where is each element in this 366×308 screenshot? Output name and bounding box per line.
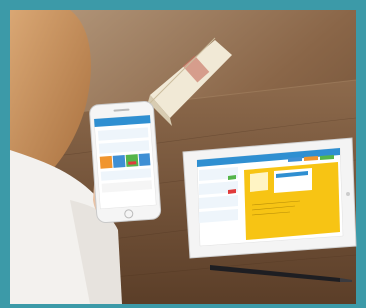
phone-icon (89, 101, 162, 223)
tablet-icon (182, 137, 357, 259)
photo-illustration (0, 0, 366, 308)
photo-scene (0, 0, 366, 308)
